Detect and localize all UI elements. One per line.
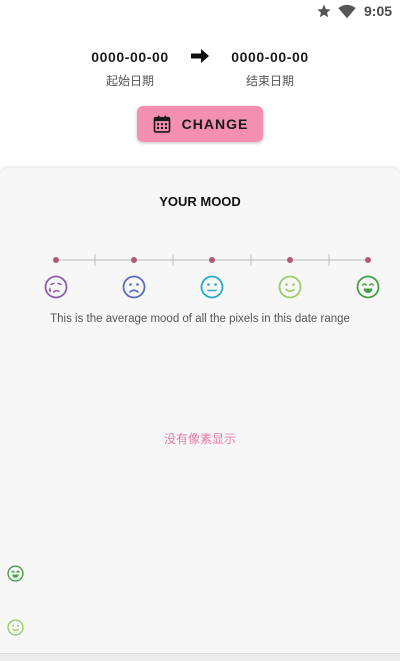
status-bar: 9:05 [0, 0, 400, 24]
pixel-stats-screen: 9:05 0000-00-00 起始日期 0000-00-00 结束日期 CHA… [0, 0, 400, 661]
average-mood-description: This is the average mood of all the pixe… [50, 313, 350, 325]
mood-average-slider [53, 254, 371, 266]
crying-face-icon [44, 275, 68, 299]
empty-state-message: 没有像素显示 [163, 432, 236, 446]
grinning-face-icon [356, 275, 380, 299]
smiling-face-icon [7, 619, 24, 636]
slider-dot [131, 257, 137, 263]
start-date-label: 起始日期 [105, 74, 154, 88]
end-date-label: 结束日期 [245, 74, 294, 88]
status-time: 9:05 [364, 3, 393, 19]
slider-dot [209, 257, 215, 263]
grinning-face-icon [7, 565, 24, 582]
start-date-value: 0000-00-00 [91, 49, 169, 65]
mood-scale [0, 274, 400, 304]
slider-dot [365, 257, 371, 263]
end-date-value: 0000-00-00 [231, 49, 309, 65]
frowning-face-icon [122, 275, 146, 299]
change-date-button[interactable]: CHANGE [137, 106, 263, 142]
neutral-face-icon [200, 275, 224, 299]
bottom-divider [0, 653, 400, 661]
calendar-icon [153, 115, 170, 133]
wifi-icon [338, 4, 356, 19]
end-date-selector[interactable]: 0000-00-00 结束日期 [210, 46, 330, 88]
arrow-right-icon [191, 49, 209, 63]
change-button-label: CHANGE [181, 116, 249, 132]
slider-dot [287, 257, 293, 263]
mood-title: YOUR MOOD [159, 194, 241, 209]
start-date-selector[interactable]: 0000-00-00 起始日期 [70, 46, 190, 88]
slider-dot [53, 257, 59, 263]
star-icon [317, 4, 331, 18]
mood-card: YOUR MOOD This is the average mood of al… [0, 168, 400, 653]
smiling-face-icon [278, 275, 302, 299]
